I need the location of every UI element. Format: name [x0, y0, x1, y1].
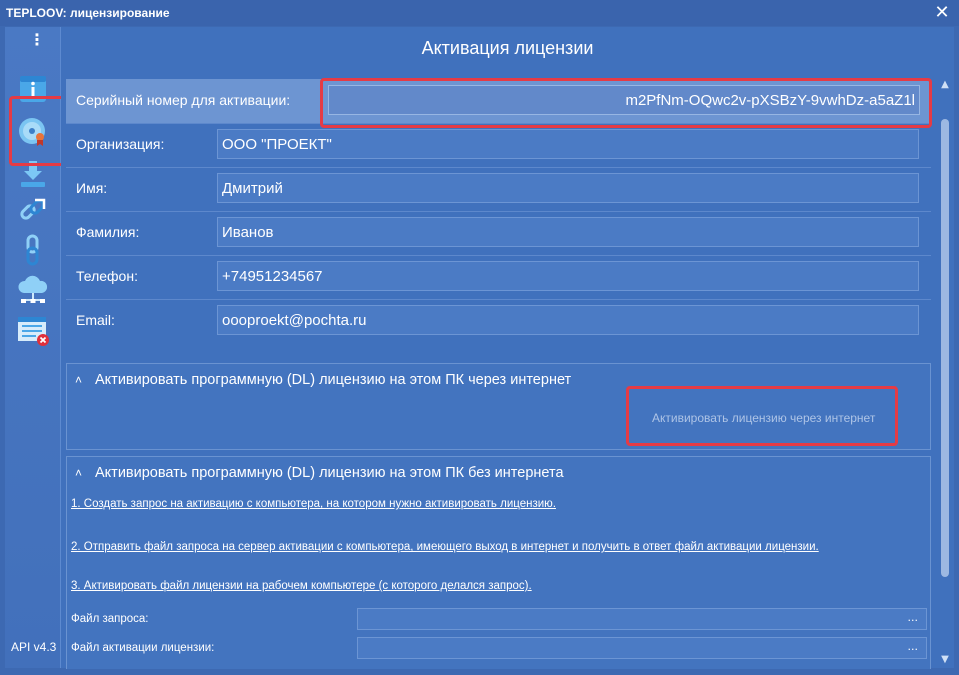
- phone-row: Телефон: +74951234567: [66, 255, 931, 300]
- name-input[interactable]: Дмитрий: [217, 173, 919, 203]
- request-file-input[interactable]: ...: [357, 608, 927, 630]
- license-window: TEPLOOV: лицензирование ✕ ⋮ API v4.3 Акт…: [0, 0, 959, 675]
- scroll-thumb[interactable]: [941, 119, 949, 577]
- highlight-serial-input: [320, 78, 932, 128]
- scroll-up-arrow-icon[interactable]: ▲: [939, 79, 951, 93]
- name-label: Имя:: [76, 180, 108, 196]
- step-activate-file-link[interactable]: 3. Активировать файл лицензии на рабочем…: [71, 580, 532, 592]
- name-row: Имя: Дмитрий: [66, 167, 931, 212]
- offline-activation-group: ˄ Активировать программную (DL) лицензию …: [66, 456, 931, 669]
- online-group-header[interactable]: ˄ Активировать программную (DL) лицензию …: [75, 372, 571, 388]
- collapse-chevron-icon: ˄: [75, 373, 83, 387]
- window-title: TEPLOOV: лицензирование: [6, 6, 170, 20]
- api-version: API v4.3: [11, 640, 57, 654]
- email-label: Email:: [76, 312, 115, 328]
- close-button[interactable]: ✕: [931, 2, 953, 24]
- offline-group-header[interactable]: ˄ Активировать программную (DL) лицензию …: [75, 465, 564, 481]
- cloud-network-icon: [18, 275, 48, 303]
- vertical-scrollbar[interactable]: ▲ ▼: [939, 79, 951, 668]
- sidebar-item-cloud[interactable]: [13, 270, 53, 310]
- collapse-chevron-icon: ˄: [75, 466, 83, 480]
- highlight-activate-button: [626, 386, 898, 446]
- list-remove-icon: [18, 317, 49, 346]
- page-title: Активация лицензии: [421, 38, 594, 58]
- surname-label: Фамилия:: [76, 224, 140, 240]
- scroll-down-arrow-icon[interactable]: ▼: [939, 654, 951, 668]
- offline-group-title: Активировать программную (DL) лицензию н…: [95, 465, 564, 481]
- surname-row: Фамилия: Иванов: [66, 211, 931, 256]
- phone-input[interactable]: +74951234567: [217, 261, 919, 291]
- sidebar-item-chain[interactable]: [13, 230, 53, 270]
- online-group-title: Активировать программную (DL) лицензию н…: [95, 372, 572, 388]
- phone-label: Телефон:: [76, 268, 138, 284]
- title-bar: TEPLOOV: лицензирование ✕: [0, 0, 959, 26]
- organization-row: Организация: ООО "ПРОЕКТ": [66, 123, 931, 168]
- step-send-request-link[interactable]: 2. Отправить файл запроса на сервер акти…: [71, 541, 819, 553]
- email-input[interactable]: oooproekt@pochta.ru: [217, 305, 919, 335]
- step-create-request-link[interactable]: 1. Создать запрос на активацию с компьют…: [71, 498, 556, 510]
- request-file-browse-button[interactable]: ...: [908, 609, 919, 627]
- activation-file-input[interactable]: ...: [357, 637, 927, 659]
- activation-file-browse-button[interactable]: ...: [908, 638, 919, 656]
- activation-file-label: Файл активации лицензии:: [71, 642, 215, 654]
- sidebar-item-link[interactable]: [13, 190, 53, 230]
- organization-label: Организация:: [76, 136, 165, 152]
- serial-label: Серийный номер для активации:: [76, 92, 291, 108]
- surname-input[interactable]: Иванов: [217, 217, 919, 247]
- sidebar-item-list-remove[interactable]: [13, 310, 53, 350]
- request-file-label: Файл запроса:: [71, 613, 149, 625]
- chain-icon: [26, 234, 39, 266]
- email-row: Email: oooproekt@pochta.ru: [66, 299, 931, 343]
- menu-icon[interactable]: ⋮: [29, 32, 45, 57]
- organization-input[interactable]: ООО "ПРОЕКТ": [217, 129, 919, 159]
- link-icon: [20, 198, 46, 220]
